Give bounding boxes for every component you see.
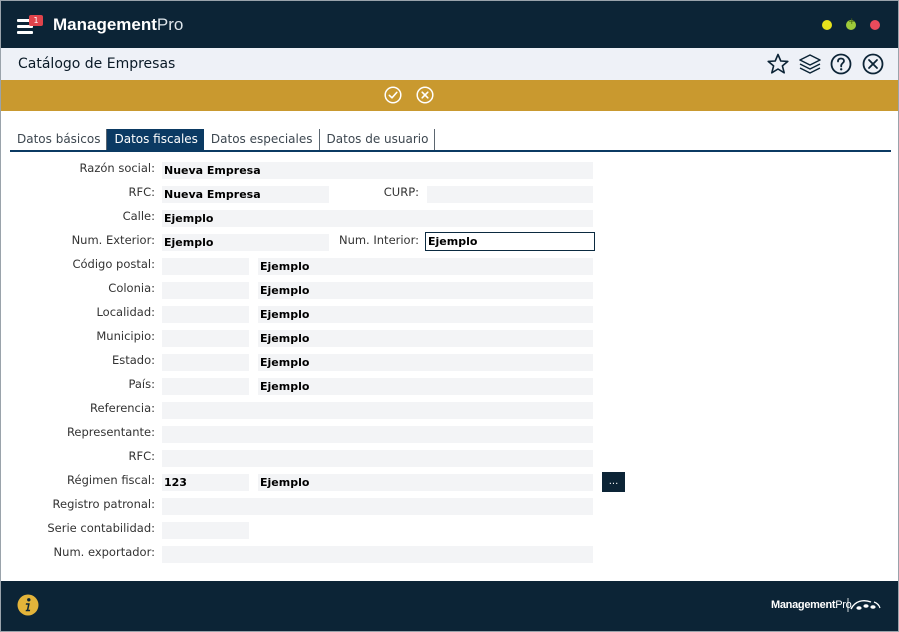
- regimen-fiscal-label: Régimen fiscal:: [67, 473, 155, 487]
- tab-datos-fiscales[interactable]: Datos fiscales: [107, 129, 204, 150]
- calle-label: Calle:: [122, 209, 155, 223]
- app-logo: ManagementPro: [53, 15, 183, 35]
- notification-badge: 1: [29, 15, 43, 26]
- title-bar: Catálogo de Empresas: [1, 48, 898, 80]
- minimize-button[interactable]: [822, 20, 832, 30]
- top-bar: 1 ManagementPro: [1, 1, 898, 48]
- municipio-label: Municipio:: [96, 329, 155, 343]
- calle-input[interactable]: [162, 210, 593, 227]
- footer-brand-bold: Management: [771, 599, 836, 611]
- localidad-desc-input[interactable]: [258, 306, 593, 323]
- tab-datos-especiales[interactable]: Datos especiales: [204, 129, 320, 150]
- help-icon[interactable]: [830, 53, 852, 75]
- rfc-input[interactable]: [162, 186, 329, 203]
- codigo-postal-code-input[interactable]: [162, 258, 249, 275]
- num-interior-input[interactable]: [425, 232, 595, 251]
- razon-social-input[interactable]: [162, 162, 593, 179]
- tab-datos-basicos[interactable]: Datos básicos: [10, 129, 108, 150]
- num-interior-label: Num. Interior:: [338, 233, 419, 247]
- action-bar: [1, 80, 898, 111]
- check-circle-icon[interactable]: [384, 86, 402, 104]
- logo-mark-icon: [847, 598, 881, 612]
- rfc-label: RFC:: [128, 185, 155, 199]
- referencia-label: Referencia:: [90, 401, 155, 415]
- brand-light: Pro: [156, 15, 184, 34]
- curp-label: CURP:: [383, 185, 419, 199]
- tab-strip: Datos básicos Datos fiscales Datos espec…: [10, 129, 436, 150]
- colonia-desc-input[interactable]: [258, 282, 593, 299]
- referencia-input[interactable]: [162, 402, 593, 419]
- serie-contabilidad-label: Serie contabilidad:: [47, 521, 155, 535]
- num-exportador-input[interactable]: [162, 546, 593, 563]
- serie-contabilidad-input[interactable]: [162, 522, 249, 539]
- curp-input[interactable]: [427, 186, 593, 203]
- estado-label: Estado:: [111, 353, 155, 367]
- estado-code-input[interactable]: [162, 354, 249, 371]
- rfc-representante-label: RFC:: [128, 449, 155, 463]
- colonia-code-input[interactable]: [162, 282, 249, 299]
- num-exportador-label: Num. exportador:: [53, 545, 155, 559]
- tab-datos-de-usuario[interactable]: Datos de usuario: [320, 129, 436, 150]
- registro-patronal-label: Registro patronal:: [52, 497, 155, 511]
- maximize-button[interactable]: [846, 17, 856, 30]
- regimen-fiscal-lookup-button[interactable]: ...: [602, 472, 625, 492]
- pais-label: País:: [128, 377, 155, 391]
- num-exterior-input[interactable]: [162, 234, 329, 251]
- colonia-label: Colonia:: [108, 281, 155, 295]
- representante-input[interactable]: [162, 426, 593, 443]
- pais-code-input[interactable]: [162, 378, 249, 395]
- footer-logo-text: ManagementPro: [771, 599, 852, 611]
- estado-desc-input[interactable]: [258, 354, 593, 371]
- page-title: Catálogo de Empresas: [18, 56, 176, 72]
- layers-icon[interactable]: [799, 53, 821, 75]
- footer-bar: ManagementPro: [1, 581, 898, 631]
- representante-label: Representante:: [66, 425, 155, 439]
- regimen-fiscal-desc-input[interactable]: [258, 474, 593, 491]
- close-window-button[interactable]: [870, 20, 880, 30]
- municipio-desc-input[interactable]: [258, 330, 593, 347]
- municipio-code-input[interactable]: [162, 330, 249, 347]
- regimen-fiscal-code-input[interactable]: [162, 474, 249, 491]
- pais-desc-input[interactable]: [258, 378, 593, 395]
- localidad-code-input[interactable]: [162, 306, 249, 323]
- codigo-postal-desc-input[interactable]: [258, 258, 593, 275]
- num-exterior-label: Num. Exterior:: [71, 233, 155, 247]
- codigo-postal-label: Código postal:: [72, 257, 155, 271]
- info-icon[interactable]: [17, 594, 39, 616]
- brand-bold: Management: [53, 15, 157, 34]
- tab-underline: [10, 150, 891, 152]
- x-circle-icon[interactable]: [416, 86, 434, 104]
- razon-social-label: Razón social:: [79, 161, 155, 175]
- localidad-label: Localidad:: [96, 305, 155, 319]
- rfc-representante-input[interactable]: [162, 450, 593, 467]
- registro-patronal-input[interactable]: [162, 498, 593, 515]
- star-icon[interactable]: [767, 53, 789, 75]
- app-window: 1 ManagementPro Catálogo de Empresas: [0, 0, 899, 632]
- close-icon[interactable]: [862, 53, 884, 75]
